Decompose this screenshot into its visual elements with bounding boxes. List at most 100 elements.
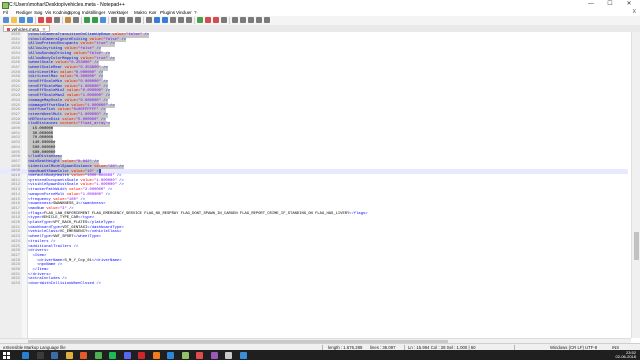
folder-workspace-icon[interactable] <box>213 17 219 23</box>
xml-tag: /> <box>55 263 63 268</box>
vertical-scroll-thumb[interactable] <box>634 232 639 260</box>
xml-tag: /> <box>94 47 101 52</box>
save-icon[interactable] <box>19 17 25 23</box>
record-macro-icon[interactable] <box>232 17 238 23</box>
show-all-chars-icon[interactable] <box>170 17 176 23</box>
taskbar-app-icon[interactable] <box>138 351 145 359</box>
cut-icon[interactable] <box>65 17 71 23</box>
taskbar-app-icon[interactable] <box>51 351 58 359</box>
taskbar-app-icon[interactable] <box>181 351 189 359</box>
indent-guide-icon[interactable] <box>178 17 184 23</box>
menu-item[interactable]: Vis <box>45 10 51 15</box>
xml-tag: /> <box>96 75 104 80</box>
taskbar-app-icon[interactable] <box>65 351 73 359</box>
play-macro-icon[interactable] <box>248 17 254 23</box>
close-all-icon[interactable] <box>46 17 52 23</box>
menu-item[interactable]: Plugins <box>160 10 175 15</box>
menu-item[interactable]: Indstillinger <box>82 10 105 15</box>
word-wrap-icon[interactable] <box>162 17 168 23</box>
xml-tag: Item <box>37 268 47 272</box>
windows-start-icon[interactable] <box>3 351 10 359</box>
save-macro-icon[interactable] <box>264 17 270 23</box>
xml-tag: wheelScaleRear <box>30 65 63 70</box>
xml-tag: /> <box>116 164 124 169</box>
function-list-icon[interactable] <box>205 17 211 23</box>
menu-item[interactable]: Sprog <box>68 10 80 15</box>
run-macro-icon[interactable] <box>256 17 262 23</box>
menu-item[interactable]: Rediger <box>16 10 32 15</box>
taskbar-app-icon[interactable] <box>123 351 131 359</box>
vertical-scrollbar[interactable] <box>631 32 640 338</box>
xml-tag: > <box>46 249 49 254</box>
zoom-in-icon[interactable] <box>127 17 133 23</box>
text-caret <box>98 169 102 174</box>
code-line[interactable]: 1633 <doorsWithCollisionWhenClosed /> <box>0 282 628 287</box>
taskbar-app-icon[interactable] <box>210 351 218 359</box>
sync-vertical-icon[interactable] <box>146 17 152 23</box>
doc-map-icon[interactable] <box>197 17 203 23</box>
close-icon[interactable] <box>38 17 44 23</box>
xml-tag: > <box>119 258 122 263</box>
sync-horizontal-icon[interactable] <box>154 17 160 23</box>
menu-item[interactable]: Makro <box>134 10 147 15</box>
copy-icon[interactable] <box>73 17 79 23</box>
taskbar-app-icon[interactable] <box>239 351 247 359</box>
xml-attribute: value= <box>59 117 76 122</box>
monitoring-icon[interactable] <box>221 17 227 23</box>
menu-item[interactable]: Fil <box>3 10 8 15</box>
new-file-icon[interactable] <box>3 17 9 23</box>
language-icon[interactable] <box>186 17 192 23</box>
code-editor[interactable]: 1580 <shouldCameraTransitionOnClimbUpDown… <box>0 32 640 338</box>
replace-icon[interactable] <box>119 17 125 23</box>
menu-item[interactable]: ? <box>194 10 197 15</box>
xml-tag: > <box>59 155 63 160</box>
find-icon[interactable] <box>111 17 117 23</box>
taskbar-app-icon[interactable] <box>167 351 174 359</box>
xml-attribute: value= <box>55 108 72 113</box>
zoom-out-icon[interactable] <box>135 17 141 23</box>
xml-text <box>28 263 37 267</box>
clock-date: 02-06-2018 <box>615 354 636 359</box>
taskbar-app-icon[interactable] <box>22 351 29 359</box>
xml-tag: plateType <box>30 221 51 225</box>
xml-tag: swankness <box>30 202 51 207</box>
xml-tag: frequency <box>30 197 51 202</box>
xml-tag: /> <box>103 89 111 94</box>
undo-icon[interactable] <box>92 17 98 23</box>
taskbar-app-icon[interactable] <box>225 351 232 359</box>
minimize-button[interactable]: — <box>584 0 598 9</box>
taskbar-app-icon[interactable] <box>80 351 87 359</box>
taskbar-app-icon[interactable] <box>109 351 116 359</box>
save-all-icon[interactable] <box>27 17 33 23</box>
taskbar-app-icon[interactable] <box>196 351 203 359</box>
xml-tag: /> <box>107 42 115 47</box>
menu-item[interactable]: Kør <box>149 10 156 15</box>
menu-item[interactable]: Vinduer <box>176 10 192 15</box>
xml-attribute: value= <box>53 61 70 66</box>
taskbar-app-icon[interactable] <box>152 351 160 359</box>
close-document-button[interactable]: X <box>633 9 636 15</box>
xml-value: "float_array" <box>78 122 108 127</box>
xml-tag: /> <box>107 56 115 61</box>
xml-tag: /> <box>100 98 108 103</box>
menu-item[interactable]: Værktøjer <box>108 10 128 15</box>
xml-tag: /> <box>100 112 108 117</box>
menu-item[interactable]: Søg <box>34 10 42 15</box>
system-clock[interactable]: 23:52 02-06-2018 <box>608 351 636 359</box>
maximize-button[interactable]: ☐ <box>603 0 617 9</box>
xml-text: 500.000000 <box>28 150 56 155</box>
taskbar-app-icon[interactable] <box>36 351 44 359</box>
paste-icon[interactable] <box>84 17 90 23</box>
xml-value: "0.600000" <box>78 98 101 103</box>
taskbar-app-icon[interactable] <box>94 351 102 359</box>
print-icon[interactable] <box>54 17 60 23</box>
stop-macro-icon[interactable] <box>240 17 246 23</box>
xml-value: "false" <box>78 47 95 52</box>
xml-value: "5.000000" <box>75 117 99 122</box>
tab-vehicles-meta[interactable]: vehicles.meta ✕ <box>3 25 50 32</box>
xml-tag: > <box>91 216 95 221</box>
open-file-icon[interactable] <box>11 17 17 23</box>
redo-icon[interactable] <box>100 17 106 23</box>
close-window-button[interactable]: ✕ <box>622 0 636 9</box>
xml-value: "1.000000" <box>84 103 108 108</box>
